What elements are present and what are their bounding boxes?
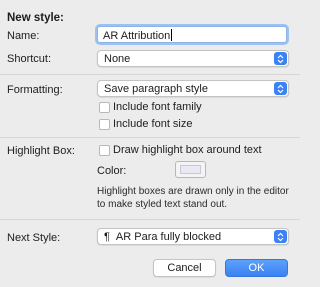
text-caret — [171, 29, 173, 41]
name-value: AR Attribution — [103, 30, 171, 42]
highlight-box-label: Highlight Box: — [7, 145, 75, 157]
color-label: Color: — [97, 165, 127, 177]
include-font-size-checkbox[interactable] — [99, 119, 110, 130]
separator — [0, 219, 300, 220]
name-field[interactable]: AR Attribution — [97, 26, 287, 43]
popup-arrows-icon — [274, 230, 287, 243]
include-font-family-checkbox[interactable] — [99, 102, 110, 113]
color-swatch — [180, 165, 201, 174]
highlight-note: Highlight boxes are drawn only in the ed… — [97, 186, 289, 210]
formatting-label: Formatting: — [7, 84, 63, 96]
shortcut-value: None — [104, 53, 131, 65]
pilcrow-icon: ¶ — [104, 231, 110, 243]
next-style-label: Next Style: — [7, 232, 61, 244]
draw-highlight-checkbox[interactable] — [99, 145, 110, 156]
separator — [0, 74, 300, 75]
name-label: Name: — [7, 30, 40, 42]
include-font-size-label: Include font size — [113, 118, 193, 130]
separator — [0, 137, 300, 138]
draw-highlight-label: Draw highlight box around text — [113, 144, 262, 156]
next-style-popup[interactable]: ¶ AR Para fully blocked — [97, 228, 289, 245]
include-font-family-label: Include font family — [113, 101, 202, 113]
shortcut-label: Shortcut: — [7, 53, 52, 65]
formatting-value: Save paragraph style — [104, 83, 208, 95]
shortcut-popup[interactable]: None — [97, 50, 289, 67]
popup-arrows-icon — [274, 82, 287, 95]
color-well[interactable] — [175, 161, 206, 178]
formatting-popup[interactable]: Save paragraph style — [97, 80, 289, 97]
cancel-button[interactable]: Cancel — [153, 259, 216, 277]
ok-button[interactable]: OK — [225, 259, 288, 277]
dialog-title: New style: — [7, 12, 64, 24]
popup-arrows-icon — [274, 52, 287, 65]
next-style-value: AR Para fully blocked — [115, 231, 222, 243]
